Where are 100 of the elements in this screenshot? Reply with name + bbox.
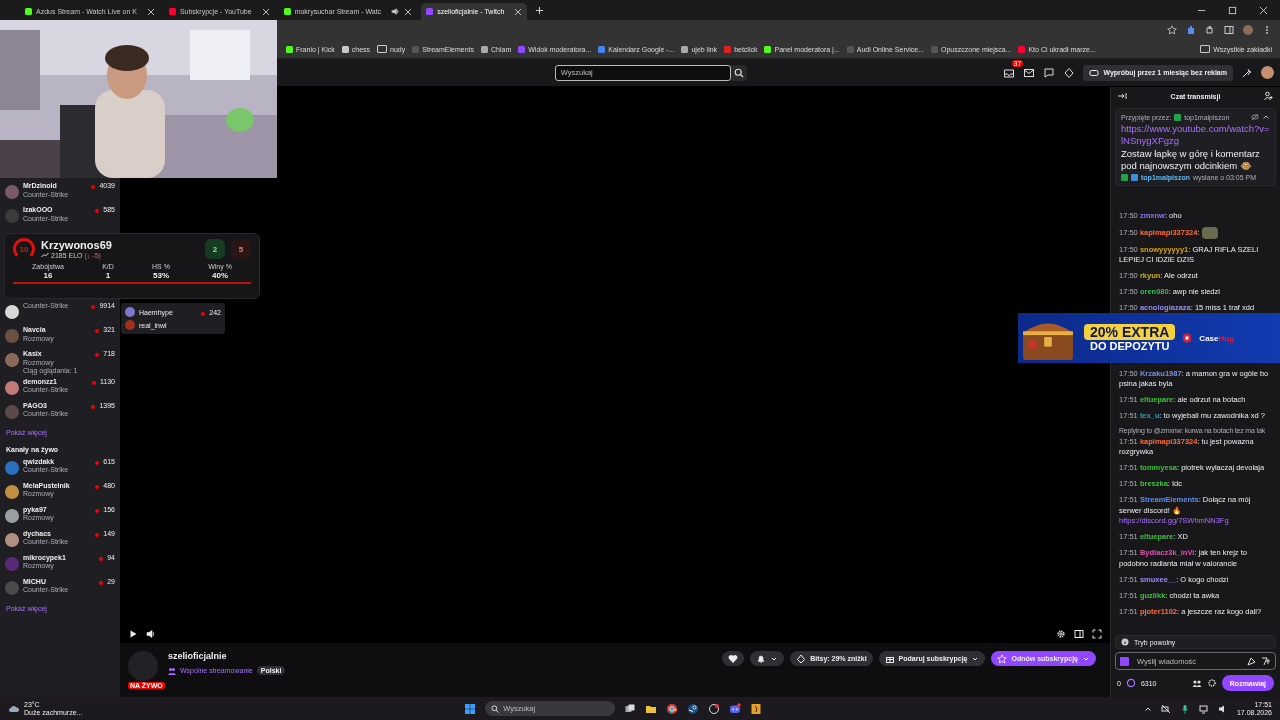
favicon-icon bbox=[518, 45, 526, 53]
close-icon[interactable] bbox=[404, 7, 413, 16]
badge-icon bbox=[1120, 656, 1129, 666]
favicon-icon bbox=[283, 8, 291, 15]
folder-icon bbox=[377, 45, 388, 53]
losses-count: 5 bbox=[231, 239, 251, 259]
chat-bubble-icon[interactable] bbox=[1043, 66, 1056, 79]
stat-value: 1 bbox=[105, 271, 111, 280]
maximize-icon[interactable] bbox=[1228, 5, 1237, 15]
live-dot bbox=[91, 185, 96, 189]
pinned-message-text: Zostaw łapkę w górę i komentarz pod najnowszym odcinkiem 🐵 bbox=[1121, 148, 1261, 172]
player-name: Krzywonos69 bbox=[41, 239, 112, 251]
live-dot bbox=[95, 353, 100, 357]
sidebar-icon[interactable] bbox=[1224, 25, 1234, 35]
live-dot bbox=[99, 556, 104, 561]
favicon-icon bbox=[426, 8, 434, 15]
hide-icon[interactable] bbox=[1251, 113, 1259, 121]
search-icon bbox=[491, 704, 500, 713]
theater-mode-icon[interactable] bbox=[1074, 629, 1084, 639]
inbox-icon[interactable] bbox=[1003, 66, 1016, 79]
ad-subline: DO DEPOZYTU bbox=[1089, 340, 1170, 352]
steam-icon[interactable] bbox=[687, 702, 700, 715]
favicon-icon bbox=[481, 45, 488, 53]
live-dot bbox=[91, 380, 96, 385]
network-icon[interactable] bbox=[1198, 703, 1209, 714]
favicon-icon bbox=[598, 45, 606, 53]
close-icon[interactable] bbox=[146, 7, 155, 16]
gem-icon bbox=[796, 653, 807, 664]
user-avatar[interactable] bbox=[1261, 66, 1274, 79]
start-icon[interactable] bbox=[464, 702, 477, 715]
favicon-icon bbox=[341, 45, 349, 53]
people-icon bbox=[168, 666, 176, 675]
discord-icon[interactable] bbox=[729, 702, 742, 715]
microphone-icon[interactable] bbox=[1179, 703, 1190, 714]
mail-icon[interactable] bbox=[1023, 66, 1036, 79]
channel-name[interactable]: szelioficjalnie bbox=[168, 651, 286, 661]
star-icon bbox=[997, 653, 1008, 664]
stat-value: 40% bbox=[212, 271, 228, 280]
task-view-icon[interactable] bbox=[624, 702, 637, 715]
youtube-link[interactable]: https://www.youtube.com/watch?v=lNSnygXFgzg bbox=[1121, 123, 1270, 146]
party-icon[interactable] bbox=[1247, 656, 1257, 666]
notifications-button[interactable] bbox=[750, 651, 785, 666]
ad-headline: 20% EXTRA bbox=[1084, 324, 1176, 340]
brand-logo-icon bbox=[1181, 332, 1194, 344]
folder-icon bbox=[1200, 45, 1211, 53]
badge-icon bbox=[1174, 113, 1182, 121]
game-icon[interactable] bbox=[750, 702, 763, 715]
settings-icon[interactable] bbox=[1206, 678, 1217, 688]
favicon-icon bbox=[764, 45, 772, 53]
favicon-icon bbox=[846, 45, 854, 53]
live-dot bbox=[91, 404, 96, 409]
volume-icon[interactable] bbox=[146, 629, 156, 639]
brand-name: CaseHug bbox=[1199, 333, 1235, 343]
favicon-icon bbox=[724, 45, 732, 53]
camera-off-icon[interactable] bbox=[1160, 703, 1171, 714]
chevron-up-icon[interactable] bbox=[1262, 113, 1270, 121]
bell-icon bbox=[756, 653, 767, 664]
search-button[interactable] bbox=[730, 64, 747, 81]
search-icon bbox=[733, 67, 744, 78]
favicon-icon bbox=[681, 45, 689, 53]
follow-button[interactable] bbox=[722, 651, 745, 666]
sparkle-icon[interactable] bbox=[1241, 66, 1253, 79]
stat-value: 53% bbox=[153, 271, 169, 280]
profile-avatar[interactable] bbox=[1243, 25, 1253, 35]
info-icon bbox=[1121, 638, 1129, 646]
channel-points-icon bbox=[1125, 678, 1136, 688]
live-dot bbox=[91, 305, 96, 309]
star-icon[interactable] bbox=[1167, 25, 1177, 35]
favicon-icon bbox=[168, 8, 176, 15]
close-icon[interactable] bbox=[1259, 5, 1268, 15]
live-dot bbox=[95, 460, 100, 465]
new-tab-icon[interactable] bbox=[535, 5, 545, 15]
settings-icon[interactable] bbox=[1056, 629, 1066, 639]
people-icon[interactable] bbox=[1191, 678, 1202, 688]
heart-icon bbox=[728, 653, 739, 664]
users-icon[interactable] bbox=[1264, 91, 1274, 101]
emote-icon bbox=[1201, 227, 1218, 239]
wins-count: 2 bbox=[205, 239, 225, 259]
favicon-icon bbox=[1018, 45, 1026, 53]
live-dot bbox=[201, 311, 206, 316]
collapse-icon[interactable] bbox=[1117, 91, 1127, 101]
app-icon[interactable] bbox=[708, 702, 721, 715]
browser-icon[interactable] bbox=[666, 702, 679, 715]
live-dot bbox=[95, 508, 100, 513]
live-dot bbox=[95, 329, 100, 333]
live-dot bbox=[99, 580, 104, 585]
ad-banner[interactable]: 20% EXTRA DO DEPOZYTU CaseHug bbox=[1018, 313, 1280, 363]
play-icon[interactable] bbox=[128, 629, 138, 639]
favicon-icon bbox=[25, 8, 32, 15]
live-dot bbox=[95, 484, 100, 489]
speaker-icon[interactable] bbox=[391, 7, 401, 16]
live-dot bbox=[95, 209, 100, 213]
close-icon[interactable] bbox=[261, 7, 270, 16]
fullscreen-icon[interactable] bbox=[1092, 629, 1102, 639]
extension-icon[interactable] bbox=[1186, 25, 1196, 35]
emote-picker-icon[interactable] bbox=[1261, 656, 1271, 666]
close-icon[interactable] bbox=[514, 7, 523, 16]
drop-icon[interactable] bbox=[1063, 66, 1076, 79]
trend-icon bbox=[41, 251, 49, 259]
favicon-icon bbox=[286, 45, 293, 53]
